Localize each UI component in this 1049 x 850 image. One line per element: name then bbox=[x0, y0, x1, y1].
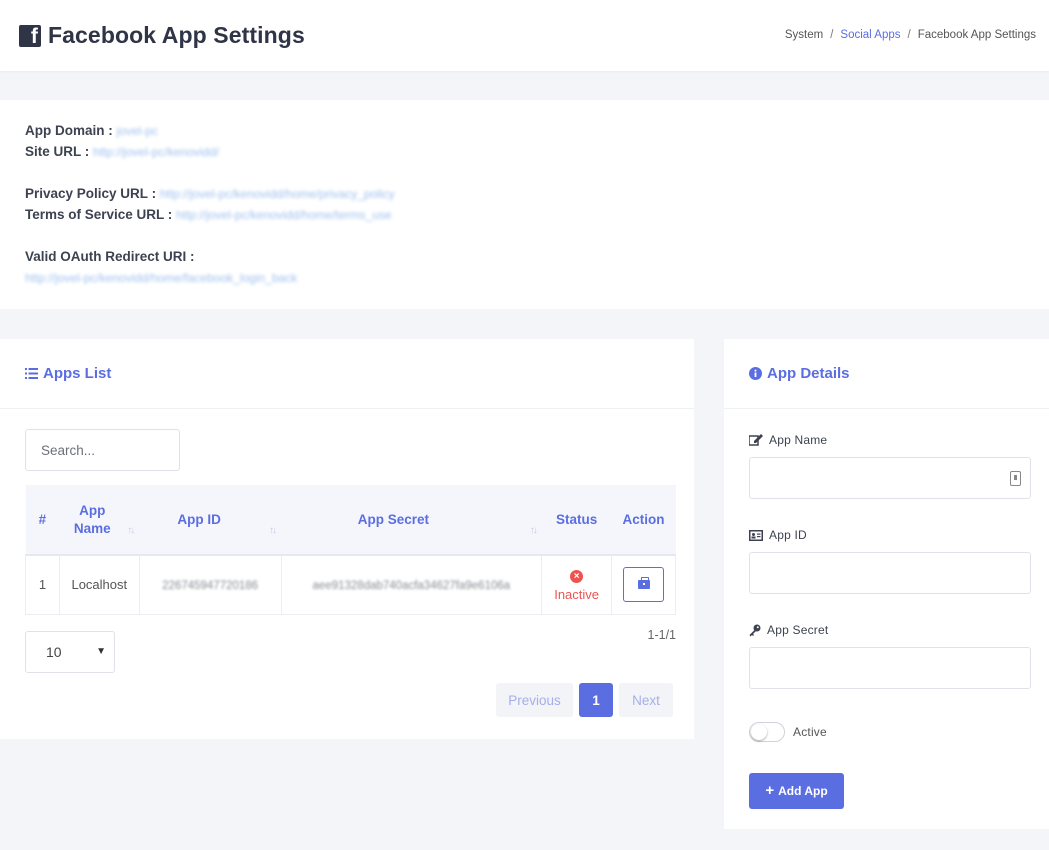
breadcrumb-social-apps[interactable]: Social Apps bbox=[840, 29, 900, 41]
terms-url-label: Terms of Service URL : bbox=[25, 207, 173, 222]
breadcrumb-separator: / bbox=[907, 29, 911, 41]
apps-list-title-text: Apps List bbox=[43, 365, 112, 382]
per-page-select[interactable]: 10 ▼ bbox=[25, 631, 115, 673]
top-bar: f Facebook App Settings System / Social … bbox=[0, 0, 1049, 71]
apps-list-title: Apps List bbox=[25, 365, 111, 382]
column-app-secret[interactable]: App Secret ↑↓ bbox=[281, 485, 542, 556]
privacy-url-label: Privacy Policy URL : bbox=[25, 186, 157, 201]
edit-icon bbox=[749, 434, 763, 446]
divider bbox=[724, 408, 1049, 409]
column-app-name[interactable]: App Name ↑↓ bbox=[59, 485, 140, 556]
app-name-label: App Name bbox=[749, 433, 827, 447]
oauth-value: http://jovel-pc/kenovidd/home/facebook_l… bbox=[25, 271, 298, 285]
row-action bbox=[611, 554, 676, 615]
active-label: Active bbox=[793, 725, 827, 739]
oauth-value-row: http://jovel-pc/kenovidd/home/facebook_l… bbox=[25, 270, 297, 285]
column-app-id[interactable]: App ID ↑↓ bbox=[139, 485, 281, 556]
apps-table: # App Name ↑↓ App ID ↑↓ App Secret ↑↓ Statu… bbox=[25, 485, 676, 615]
status-inactive: Inactive bbox=[554, 587, 600, 603]
page-title: f Facebook App Settings bbox=[19, 22, 305, 49]
table-header-row: # App Name ↑↓ App ID ↑↓ App Secret ↑↓ Statu… bbox=[25, 485, 676, 556]
active-toggle[interactable] bbox=[749, 722, 785, 742]
site-url-label: Site URL : bbox=[25, 144, 90, 159]
site-url-value: http://jovel-pc/kenovidd/ bbox=[93, 145, 220, 159]
add-app-button[interactable]: + Add App bbox=[749, 773, 844, 809]
site-url-row: Site URL : http://jovel-pc/kenovidd/ bbox=[25, 144, 219, 159]
page-title-text: Facebook App Settings bbox=[48, 22, 305, 48]
app-details-title: App Details bbox=[749, 365, 850, 382]
row-status: × Inactive bbox=[541, 554, 613, 615]
pagination-count: 1-1/1 bbox=[647, 628, 677, 642]
column-number[interactable]: # bbox=[25, 485, 60, 556]
row-app-secret: aee91328dab740acfa34627fa9e6106a bbox=[280, 554, 543, 615]
privacy-url-value: http://jovel-pc/kenovidd/home/privacy_po… bbox=[159, 187, 395, 201]
pagination: Previous 1 Next bbox=[496, 683, 673, 717]
app-id-label: App ID bbox=[749, 528, 807, 542]
app-domain-value: jovel-pc bbox=[116, 124, 158, 138]
close-circle-icon: × bbox=[570, 570, 584, 584]
list-icon bbox=[25, 368, 38, 379]
breadcrumb-separator: / bbox=[830, 29, 834, 41]
column-status: Status bbox=[541, 485, 612, 556]
key-icon bbox=[749, 624, 761, 636]
edit-app-button[interactable] bbox=[623, 567, 665, 603]
app-details-title-text: App Details bbox=[767, 365, 850, 382]
breadcrumb-system[interactable]: System bbox=[785, 29, 823, 41]
breadcrumb-current: Facebook App Settings bbox=[917, 29, 1036, 41]
per-page-value: 10 bbox=[46, 644, 62, 660]
privacy-url-row: Privacy Policy URL : http://jovel-pc/ken… bbox=[25, 186, 395, 201]
row-number: 1 bbox=[25, 554, 60, 615]
oauth-label-row: Valid OAuth Redirect URI : bbox=[25, 249, 195, 264]
add-app-label: Add App bbox=[778, 784, 828, 798]
row-app-id: 226745947720186 bbox=[138, 554, 282, 615]
next-page-button[interactable]: Next bbox=[619, 683, 673, 717]
plus-icon: + bbox=[765, 782, 775, 799]
sort-icon[interactable]: ↑↓ bbox=[530, 525, 538, 536]
contact-card-icon bbox=[1010, 471, 1021, 486]
oauth-label: Valid OAuth Redirect URI : bbox=[25, 249, 195, 264]
app-name-input[interactable] bbox=[749, 457, 1031, 499]
info-icon bbox=[749, 367, 762, 380]
search-input[interactable] bbox=[25, 429, 180, 471]
previous-page-button[interactable]: Previous bbox=[496, 683, 573, 717]
facebook-icon: f bbox=[19, 24, 41, 47]
table-row: 1 Localhost 226745947720186 aee91328dab7… bbox=[25, 554, 676, 615]
app-id-input[interactable] bbox=[749, 552, 1031, 594]
facebook-config-info: App Domain : jovel-pc Site URL : http://… bbox=[0, 100, 1049, 309]
id-card-icon bbox=[749, 529, 763, 541]
app-details-card: App Details App Name App ID App Secret A… bbox=[724, 339, 1049, 829]
app-domain-label: App Domain : bbox=[25, 123, 113, 138]
row-app-name: Localhost bbox=[58, 554, 140, 615]
page-1-button[interactable]: 1 bbox=[579, 683, 613, 717]
briefcase-icon bbox=[637, 577, 650, 590]
terms-url-row: Terms of Service URL : http://jovel-pc/k… bbox=[25, 207, 392, 222]
app-secret-label: App Secret bbox=[749, 623, 828, 637]
sort-icon[interactable]: ↑↓ bbox=[269, 525, 277, 536]
app-secret-input[interactable] bbox=[749, 647, 1031, 689]
column-action: Action bbox=[611, 485, 676, 556]
terms-url-value: http://jovel-pc/kenovidd/home/terms_use bbox=[176, 208, 392, 222]
caret-down-icon: ▼ bbox=[96, 646, 106, 657]
apps-list-card: Apps List # App Name↑↓ App ID↑↓ App Secr… bbox=[0, 339, 694, 739]
sort-icon[interactable]: ↑↓ bbox=[127, 525, 135, 536]
divider bbox=[0, 408, 694, 409]
breadcrumb: System / Social Apps / Facebook App Sett… bbox=[785, 29, 1036, 41]
app-domain-row: App Domain : jovel-pc bbox=[25, 123, 158, 138]
